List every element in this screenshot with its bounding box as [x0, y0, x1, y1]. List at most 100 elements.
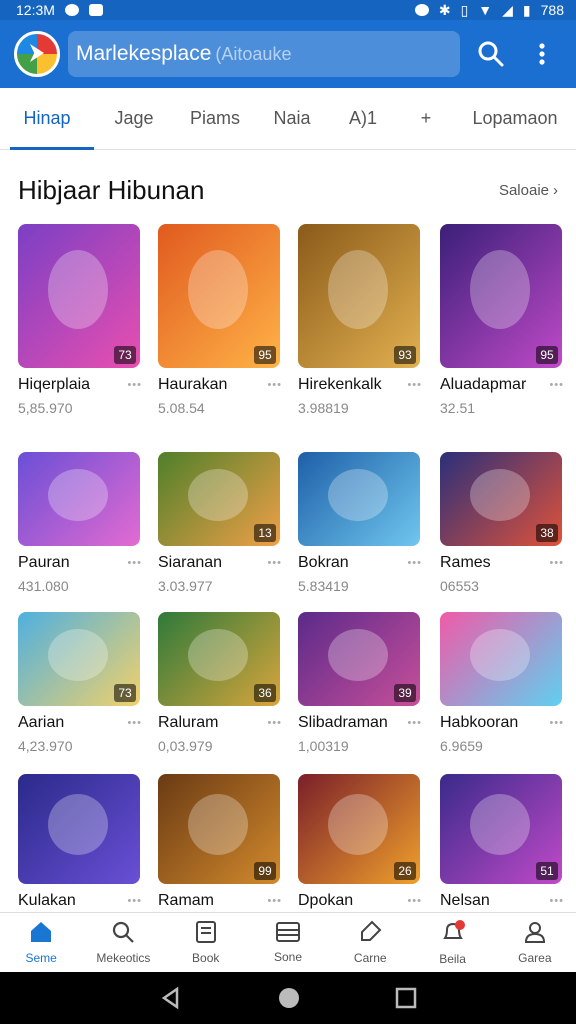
game-name-row: Siaranan ••• [158, 554, 282, 572]
game-thumbnail[interactable]: 95 [158, 224, 280, 368]
download-count: 6.9659 [440, 738, 483, 754]
game-card[interactable]: 36 Raluram ••• 0,03.979 [158, 612, 282, 754]
tab-3[interactable]: Naia [256, 88, 328, 150]
game-thumbnail[interactable] [18, 452, 140, 546]
more-options-icon[interactable]: ••• [267, 379, 282, 391]
game-thumbnail[interactable]: 38 [440, 452, 562, 546]
game-thumbnail[interactable]: 26 [298, 774, 420, 884]
game-card[interactable]: Pauran ••• 431.080 [18, 452, 142, 594]
tab-1[interactable]: Jage [94, 88, 174, 150]
home-circle-icon[interactable] [277, 986, 301, 1010]
game-card[interactable]: 95 Haurakan ••• 5.08.54 [158, 224, 282, 416]
game-title: Pauran [18, 554, 70, 571]
tab-0[interactable]: Hinap [0, 88, 94, 150]
character-art [328, 794, 388, 855]
game-thumbnail[interactable]: 73 [18, 224, 140, 368]
rating-badge: 73 [114, 346, 136, 364]
nav-item-2[interactable]: Book [165, 913, 247, 972]
home-icon [28, 920, 54, 947]
nav-item-3[interactable]: Sone [247, 913, 329, 972]
more-options-icon[interactable]: ••• [407, 717, 422, 729]
character-art [48, 250, 108, 329]
more-options-icon[interactable]: ••• [267, 557, 282, 569]
game-card[interactable]: 99 Ramam ••• [158, 774, 282, 910]
list-icon [275, 921, 301, 946]
game-thumbnail[interactable]: 51 [440, 774, 562, 884]
game-card[interactable]: 26 Dpokan ••• [298, 774, 422, 910]
game-name-row: Ramam ••• [158, 892, 282, 910]
game-thumbnail[interactable]: 39 [298, 612, 420, 706]
category-tabs: Hinap Jage Piams Naia A)1 + Lopamaon [0, 88, 576, 150]
game-thumbnail[interactable]: 73 [18, 612, 140, 706]
game-card[interactable]: 95 Aluadapmar ••• 32.51 [440, 224, 564, 416]
recents-icon[interactable] [395, 987, 417, 1009]
game-card[interactable]: 73 Hiqerplaia ••• 5,85.970 [18, 224, 142, 416]
game-thumbnail[interactable]: 95 [440, 224, 562, 368]
tab-2[interactable]: Piams [174, 88, 256, 150]
nav-label: Sone [273, 950, 302, 964]
game-thumbnail[interactable]: 13 [158, 452, 280, 546]
game-card[interactable]: 38 Rames ••• 06553 [440, 452, 564, 594]
game-card[interactable]: 13 Siaranan ••• 3.03.977 [158, 452, 282, 594]
more-options-icon[interactable]: ••• [127, 895, 142, 907]
game-thumbnail[interactable] [18, 774, 140, 884]
back-icon[interactable] [159, 986, 183, 1010]
more-options-icon[interactable]: ••• [549, 717, 564, 729]
app-logo[interactable] [14, 31, 60, 77]
game-card[interactable]: Bokran ••• 5.83419 [298, 452, 422, 594]
game-thumbnail[interactable]: 36 [158, 612, 280, 706]
game-title: Rames [440, 554, 491, 571]
tab-6[interactable]: Lopamaon [454, 88, 576, 150]
more-options-icon[interactable]: ••• [407, 379, 422, 391]
search-field[interactable]: Marlekesplace (Aitoauke [68, 31, 460, 77]
more-options-icon[interactable]: ••• [549, 557, 564, 569]
game-title: Haurakan [158, 376, 228, 393]
nav-label: Seme [25, 951, 57, 965]
rating-badge: 95 [254, 346, 276, 364]
nav-item-5[interactable]: Beila [411, 913, 493, 972]
more-options-icon[interactable]: ••• [127, 379, 142, 391]
more-options-icon[interactable]: ••• [127, 557, 142, 569]
nav-label: Book [192, 951, 220, 965]
rating-badge: 51 [536, 862, 558, 880]
clock: 12:3M [16, 2, 55, 18]
game-card[interactable]: 73 Aarian ••• 4,23.970 [18, 612, 142, 754]
character-art [328, 629, 388, 681]
game-name-row: Dpokan ••• [298, 892, 422, 910]
game-thumbnail[interactable]: 93 [298, 224, 420, 368]
more-options-icon[interactable]: ••• [549, 379, 564, 391]
nav-item-1[interactable]: Mekeotics [82, 913, 164, 972]
nav-item-0[interactable]: Seme [0, 913, 82, 972]
more-options-icon[interactable]: ••• [267, 895, 282, 907]
nav-item-6[interactable]: Garea [494, 913, 576, 972]
game-name-row: Aarian ••• [18, 714, 142, 732]
game-card[interactable]: Habkooran ••• 6.9659 [440, 612, 564, 754]
game-title: Siaranan [158, 554, 223, 571]
system-navigation-bar [0, 972, 576, 1024]
tab-label: A)1 [348, 108, 377, 128]
section-title: Hibjaar Hibunan [18, 174, 205, 205]
game-name-row: Raluram ••• [158, 714, 282, 732]
overflow-menu-button[interactable] [523, 34, 562, 74]
game-thumbnail[interactable] [298, 452, 420, 546]
search-button[interactable] [472, 34, 511, 74]
more-options-icon[interactable]: ••• [407, 557, 422, 569]
game-card[interactable]: 93 Hirekenkalk ••• 3.98819 [298, 224, 422, 416]
more-options-icon[interactable]: ••• [549, 895, 564, 907]
see-all-link[interactable]: Saloaie › [499, 182, 558, 199]
download-count: 3.98819 [298, 400, 349, 416]
tab-4[interactable]: A)1 [328, 88, 398, 150]
game-card[interactable]: Kulakan ••• [18, 774, 142, 910]
more-options-icon[interactable]: ••• [267, 717, 282, 729]
tab-5[interactable]: + [398, 88, 454, 150]
game-card[interactable]: 51 Nelsan ••• [440, 774, 564, 910]
game-thumbnail[interactable]: 99 [158, 774, 280, 884]
more-options-icon[interactable]: ••• [127, 717, 142, 729]
search-icon [111, 920, 135, 947]
tab-label: + [420, 108, 432, 128]
game-thumbnail[interactable] [440, 612, 562, 706]
more-options-icon[interactable]: ••• [407, 895, 422, 907]
nav-item-4[interactable]: Carne [329, 913, 411, 972]
game-card[interactable]: 39 Slibadraman ••• 1,00319 [298, 612, 422, 754]
game-name-row: Haurakan ••• [158, 376, 282, 394]
